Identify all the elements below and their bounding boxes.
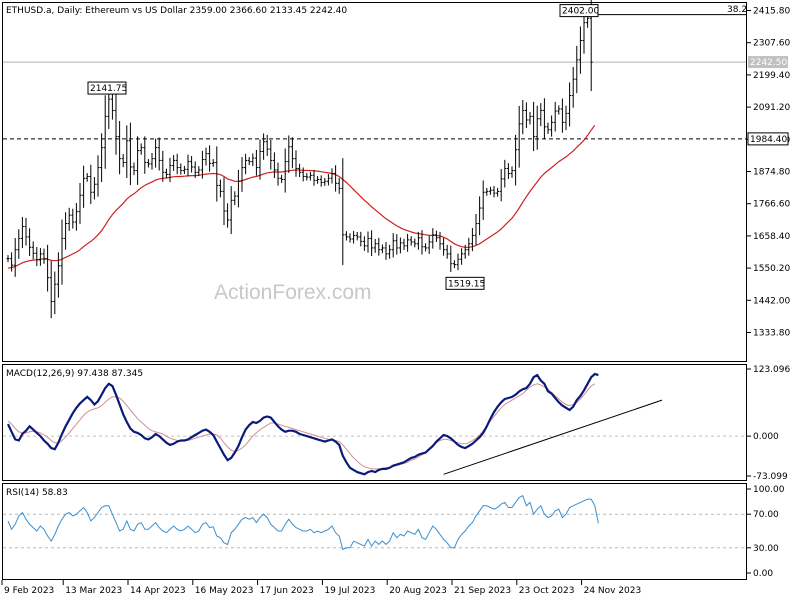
date-axis-label: 17 Jun 2023 — [260, 586, 314, 596]
rsi-panel-frame — [2, 483, 747, 580]
date-axis-label: 13 Mar 2023 — [65, 586, 122, 596]
macd-signal-line — [7, 383, 596, 470]
rsi-axis-label: 0.00 — [753, 569, 773, 579]
price-axis-label: 1442.00 — [753, 296, 790, 306]
date-axis-label: 24 Nov 2023 — [584, 586, 642, 596]
date-axis-label: 9 Feb 2023 — [4, 586, 54, 596]
rsi-axis-label: 70.00 — [753, 510, 779, 520]
rsi-label: RSI(14) 58.83 — [6, 488, 68, 498]
macd-main-line — [7, 372, 599, 476]
rsi-axis-label: 30.00 — [753, 544, 779, 554]
ma-line-path — [7, 124, 596, 269]
price-axis: 2415.802307.602199.402091.201983.001874.… — [746, 7, 790, 339]
date-axis-label: 21 Sep 2023 — [454, 586, 511, 596]
level-label: 1984.40 — [750, 135, 787, 145]
price-axis-label: 2199.40 — [753, 71, 790, 81]
price-axis-label: 2307.60 — [753, 39, 790, 49]
macd-panel-frame — [2, 364, 747, 481]
annotation-label: 1519.15 — [448, 279, 485, 289]
corner-label: 38.2 — [727, 5, 747, 15]
annotation-label: 2402.00 — [562, 7, 599, 17]
price-bars — [6, 0, 593, 319]
date-axis-label: 14 Apr 2023 — [130, 586, 186, 596]
date-axis: 9 Feb 2023 13 Mar 2023 14 Apr 2023 16 May 2… — [1, 580, 642, 596]
macd-axis-label: 0.000 — [753, 432, 779, 442]
macd-panel: 123.096 0.000 -73.099 — [3, 365, 790, 482]
rsi-panel: 100.00 70.00 30.00 0.00 — [3, 485, 785, 579]
annotation-label: 2141.75 — [90, 84, 127, 94]
price-annotations: 2141.75 1519.15 2402.00 — [87, 4, 599, 290]
symbol-header: ETHUSD.a, Daily: Ethereum vs US Dollar 2… — [6, 6, 347, 16]
watermark: ActionForex.com — [214, 281, 372, 304]
price-axis-label: 1333.80 — [753, 329, 790, 339]
price-panel-frame — [2, 2, 747, 362]
moving-average-line — [7, 124, 596, 269]
date-axis-label: 16 May 2023 — [195, 586, 254, 596]
macd-axis-label: -73.099 — [753, 472, 788, 482]
price-axis-label: 2415.80 — [753, 7, 790, 17]
price-axis-label: 2091.20 — [753, 103, 790, 113]
rsi-axis-label: 100.00 — [753, 485, 785, 495]
macd-label: MACD(12,26,9) 97.438 87.345 — [6, 369, 143, 379]
chart-canvas: ActionForex.com ETHUSD.a, Daily: Ethereu… — [1, 0, 790, 596]
price-axis-label: 1550.20 — [753, 264, 790, 274]
date-axis-label: 20 Aug 2023 — [389, 586, 447, 596]
price-axis-label: 1766.60 — [753, 200, 790, 210]
date-axis-label: 23 Oct 2023 — [519, 586, 575, 596]
date-axis-label: 19 Jul 2023 — [324, 586, 375, 596]
rsi-line — [7, 495, 599, 551]
current-price-label: 2242.50 — [750, 58, 787, 68]
macd-axis-label: 123.096 — [753, 365, 790, 375]
price-grid-lines — [3, 14, 746, 140]
price-axis-label: 1874.80 — [753, 168, 790, 178]
price-axis-label: 1658.40 — [753, 232, 790, 242]
macd-trendline — [443, 399, 663, 475]
